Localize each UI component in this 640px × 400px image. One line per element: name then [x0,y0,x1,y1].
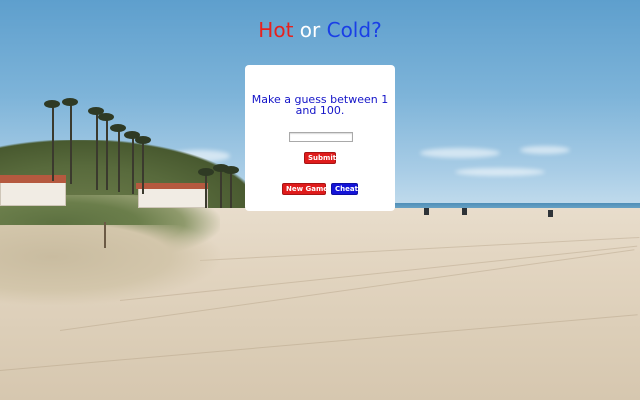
trash-bin [462,208,467,215]
cloud [455,168,545,176]
palm-tree [230,170,232,208]
page-title: Hot or Cold? [0,17,640,43]
palm-tree [142,140,144,194]
palm-tree [106,118,108,190]
trash-bin [548,210,553,217]
palm-tree [70,104,72,184]
house-roof [136,183,208,189]
palm-tree [205,172,207,208]
title-or: or [299,18,321,42]
trash-bin [424,208,429,215]
wooden-post [104,222,106,248]
title-hot: Hot [258,18,294,42]
cheat-button[interactable]: Cheat [331,183,358,195]
beach-house [0,182,66,206]
palm-tree [62,98,78,106]
palm-tree [198,168,214,176]
palm-tree [135,136,151,144]
palm-tree [223,166,239,174]
palm-tree [132,136,134,194]
cloud [520,146,570,154]
cloud [420,148,500,158]
house-roof [0,175,66,183]
submit-button[interactable]: Submit [304,152,336,164]
new-game-button[interactable]: New Game [282,183,328,195]
palm-tree [96,112,98,190]
game-panel: Make a guess between 1 and 100. Submit N… [245,65,395,211]
palm-tree [98,113,114,121]
beach-house [138,188,208,208]
palm-tree [110,124,126,132]
title-cold: Cold? [326,18,382,42]
palm-tree [220,168,222,208]
palm-tree [118,128,120,192]
guess-prompt: Make a guess between 1 and 100. [251,93,389,117]
sand-dune [0,225,220,305]
guess-input[interactable] [289,132,353,142]
palm-tree [44,100,60,108]
palm-tree [52,106,54,181]
